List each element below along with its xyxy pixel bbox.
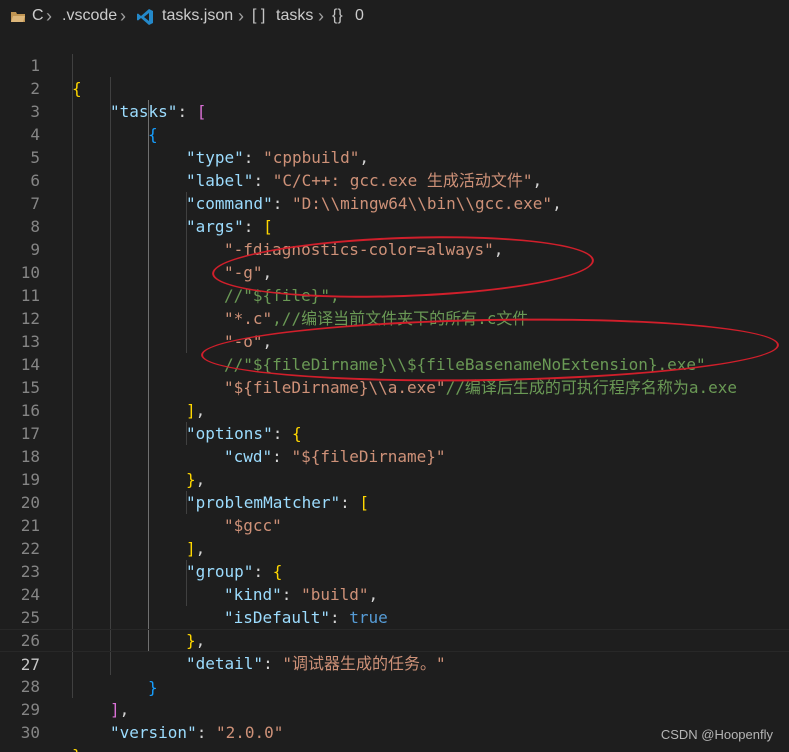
code-line: 7 "args": [ — [0, 169, 789, 236]
code-line: 19 "problemMatcher": [ — [0, 445, 789, 512]
code-line: 26 "detail": "调试器生成的任务。" — [0, 606, 789, 673]
code-line: 8 "-fdiagnostics-color=always", — [0, 192, 789, 259]
code-line: 11 "*.c",//编译当前文件夹下的所有.c文件 — [0, 261, 789, 328]
code-line: 25 }, — [0, 583, 789, 650]
chevron-right-icon: › — [318, 5, 324, 26]
current-line-highlight: 27 } — [0, 629, 789, 697]
breadcrumb-object[interactable]: 0 — [355, 5, 364, 27]
code-line: 24 "isDefault": true — [0, 560, 789, 627]
code-line: 21 ], — [0, 491, 789, 558]
code-line: 28 ], — [0, 652, 789, 719]
code-line: 16 "options": { — [0, 376, 789, 443]
breadcrumb: C › .vscode › tasks.json › [ ] tasks › {… — [0, 0, 789, 31]
folder-open-icon — [11, 12, 25, 22]
chevron-right-icon: › — [46, 5, 52, 26]
chevron-right-icon: › — [238, 5, 244, 26]
chevron-right-icon: › — [120, 5, 126, 26]
code-line: 15 ], — [0, 353, 789, 420]
breadcrumb-root[interactable]: C — [32, 5, 44, 27]
code-line: 12 "-o", — [0, 284, 789, 351]
watermark: CSDN @Hoopenfly — [660, 727, 773, 742]
code-line: 9 "-g", — [0, 215, 789, 282]
code-line: 5 "label": "C/C++: gcc.exe 生成活动文件", — [0, 123, 789, 190]
array-icon: [ ] — [252, 7, 266, 24]
line-number: 30 — [20, 723, 40, 742]
code-line: 30 } — [0, 698, 789, 752]
code-line: 2 "tasks": [ — [0, 54, 789, 121]
code-line: 22 "group": { — [0, 514, 789, 581]
code-line: 1 { — [0, 31, 789, 98]
code-line: 23 "kind": "build", — [0, 537, 789, 604]
object-icon: {} — [332, 7, 343, 24]
code-line: 20 "$gcc" — [0, 468, 789, 535]
breadcrumb-array[interactable]: tasks — [276, 5, 313, 27]
code-line: 29 "version": "2.0.0" — [0, 675, 789, 742]
vscode-json-icon — [137, 9, 153, 25]
code-line: 18 }, — [0, 422, 789, 489]
json-string: "2.0.0" — [215, 723, 284, 742]
brace-close: } — [72, 746, 82, 752]
breadcrumb-folder[interactable]: .vscode — [62, 5, 117, 27]
code-line: 10 //"${file}", — [0, 238, 789, 305]
code-line: 3 { — [0, 77, 789, 144]
code-line: 4 "type": "cppbuild", — [0, 100, 789, 167]
breadcrumb-file[interactable]: tasks.json — [162, 5, 233, 27]
code-line: 14 "${fileDirname}\\a.exe"//编译后生成的可执行程序名… — [0, 330, 789, 397]
json-key: "version" — [110, 723, 197, 742]
code-line: 17 "cwd": "${fileDirname}" — [0, 399, 789, 466]
code-line: 6 "command": "D:\\mingw64\\bin\\gcc.exe"… — [0, 146, 789, 213]
code-editor[interactable]: 1 { 2 "tasks": [ 3 { 4 "type": "cppbuild… — [0, 31, 789, 752]
code-line: 13 //"${fileDirname}\\${fileBasenameNoEx… — [0, 307, 789, 374]
colon: : — [196, 723, 216, 742]
